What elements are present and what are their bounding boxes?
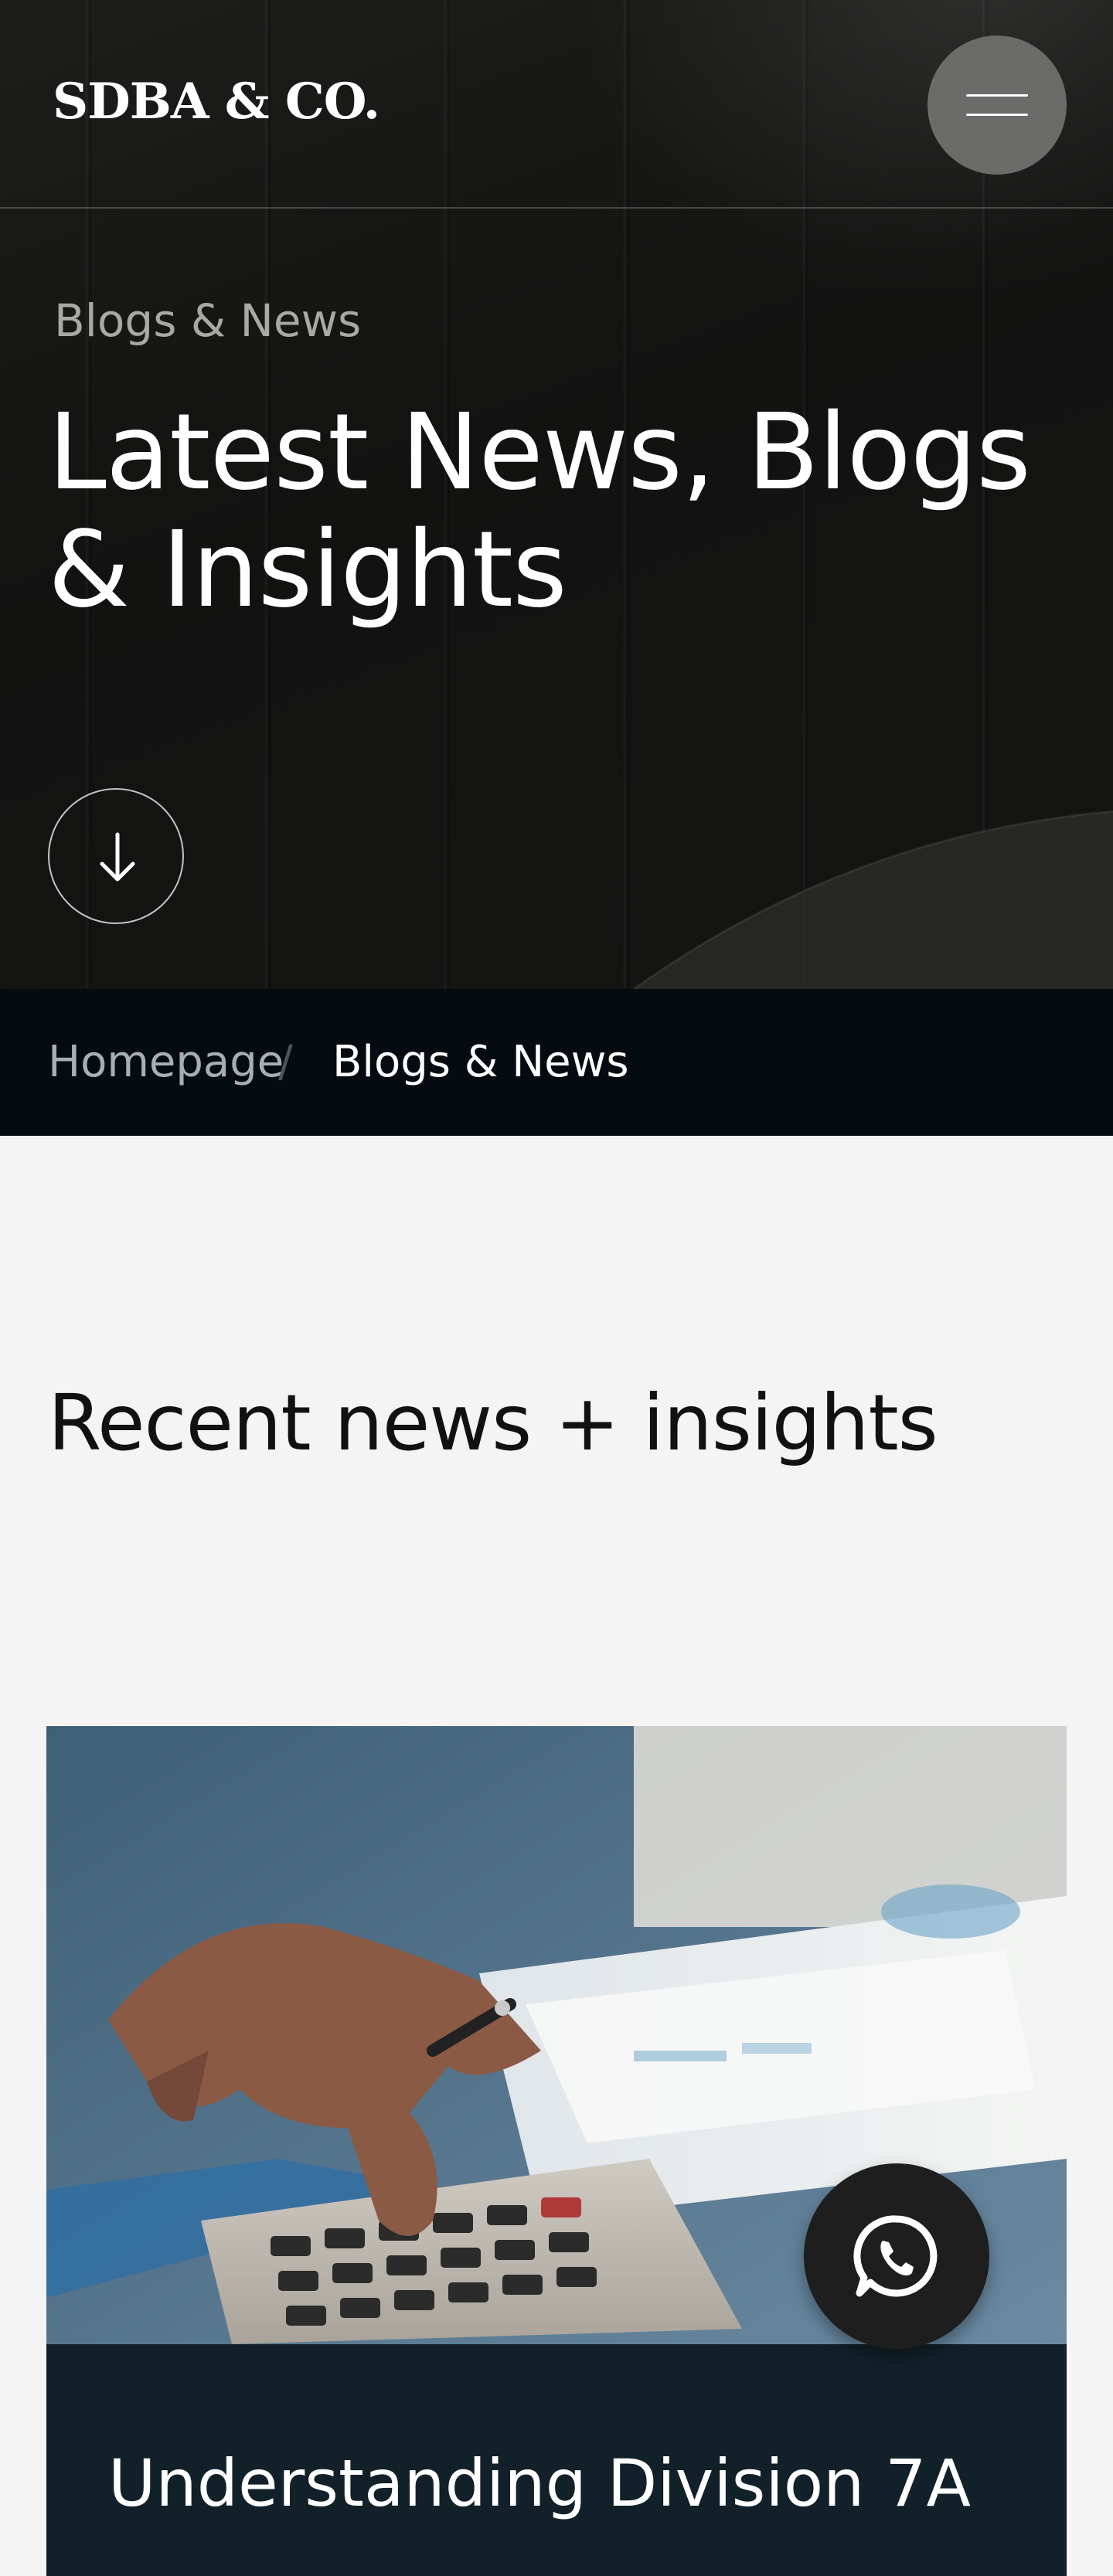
whatsapp-icon bbox=[853, 2215, 938, 2297]
breadcrumb: Homepage / Blogs & News bbox=[0, 989, 1113, 1136]
card-body: Understanding Division 7A bbox=[46, 2344, 1067, 2576]
site-header: SDBA & CO. bbox=[0, 0, 1113, 209]
hamburger-icon-line bbox=[966, 114, 1028, 116]
site-logo[interactable]: SDBA & CO. bbox=[53, 71, 380, 133]
page-title: Latest News, Blogs & Insights bbox=[48, 392, 1031, 631]
news-card[interactable]: Understanding Division 7A bbox=[46, 1726, 1067, 2576]
hero-section: SDBA & CO. Blogs & News Latest News, Blo… bbox=[0, 0, 1113, 989]
whatsapp-button[interactable] bbox=[804, 2163, 989, 2349]
card-title[interactable]: Understanding Division 7A bbox=[108, 2445, 971, 2522]
breadcrumb-separator: / bbox=[278, 1037, 293, 1087]
section-title: Recent news + insights bbox=[48, 1378, 938, 1468]
menu-button[interactable] bbox=[928, 36, 1067, 175]
breadcrumb-current: Blogs & News bbox=[332, 1037, 629, 1087]
hamburger-icon bbox=[966, 94, 1028, 97]
arrow-down-icon bbox=[100, 832, 135, 882]
hero-eyebrow: Blogs & News bbox=[54, 294, 362, 347]
scroll-down-button[interactable] bbox=[48, 788, 184, 924]
breadcrumb-home-link[interactable]: Homepage bbox=[48, 1033, 284, 1092]
